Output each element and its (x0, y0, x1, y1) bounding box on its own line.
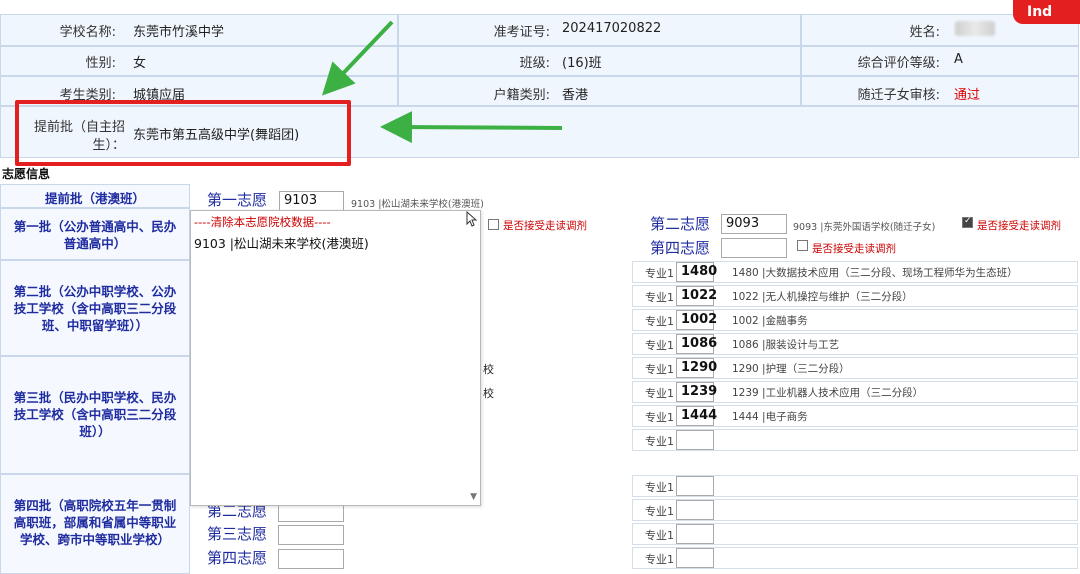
arrow-horizontal (380, 111, 563, 144)
annotation-arrows (321, 20, 563, 144)
arrow-diagonal (321, 20, 394, 96)
corner-badge: Ind (1013, 0, 1080, 24)
